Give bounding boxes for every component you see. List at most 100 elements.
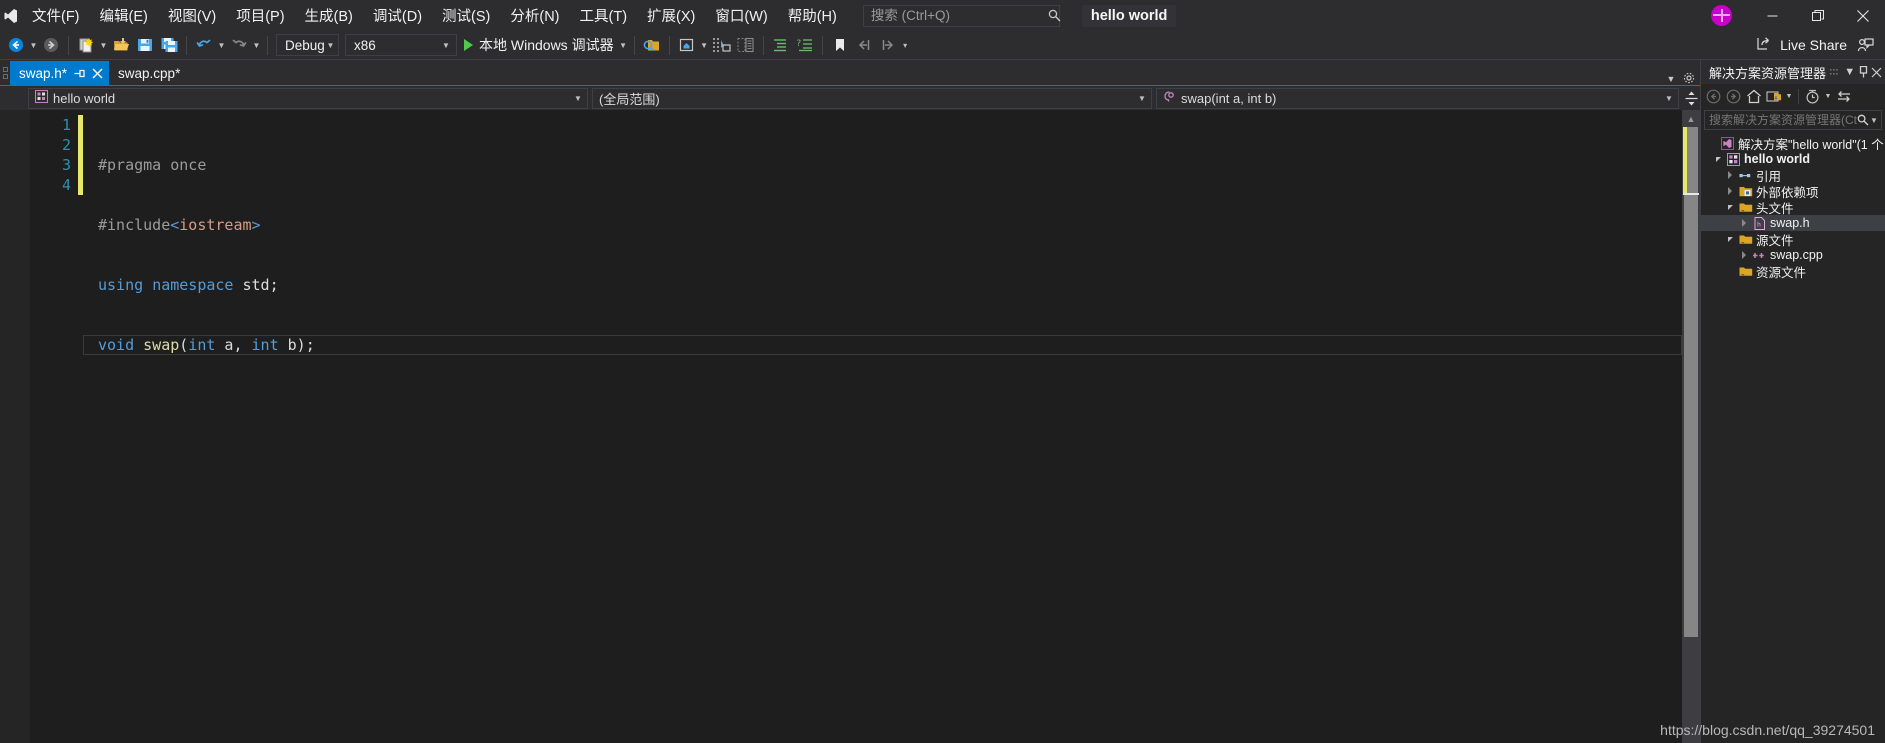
editor-vertical-scrollbar[interactable]: ▲ [1682,110,1700,743]
user-avatar-icon[interactable] [1711,5,1732,26]
navigate-forward-icon[interactable] [39,33,63,57]
navbar-project-combo[interactable]: hello world ▼ [28,87,588,109]
home-icon[interactable] [675,33,699,57]
redo-dropdown[interactable]: ▼ [251,41,262,50]
redo-icon[interactable] [227,33,251,57]
pending-changes-icon[interactable] [1803,86,1822,106]
open-file-icon[interactable] [109,33,133,57]
menu-extensions[interactable]: 扩展(X) [637,0,705,31]
maximize-button[interactable] [1795,0,1840,31]
forward-icon[interactable] [1724,86,1743,106]
navbar-member-combo[interactable]: swap(int a, int b) ▼ [1156,87,1679,109]
tree-expander[interactable] [1723,204,1737,210]
live-share-button[interactable]: Live Share [1751,33,1853,57]
scrollbar-track[interactable] [1682,127,1700,743]
navigate-back-dropdown[interactable]: ▼ [28,41,39,50]
scrollbar-thumb[interactable] [1684,127,1698,637]
search-input[interactable] [870,8,1048,23]
close-tab-icon[interactable] [92,68,103,79]
find-in-files-icon[interactable] [640,33,664,57]
tree-item-source-files[interactable]: 源文件 [1701,231,1885,248]
window-menu-icon[interactable]: ▼ [1844,66,1855,78]
navigate-back-icon[interactable] [4,33,28,57]
code-line-1[interactable]: #pragma once [98,155,1682,175]
solution-configuration-combo[interactable]: Debug ▼ [276,34,339,56]
next-bookmark-icon[interactable] [876,33,900,57]
chevron-down-icon[interactable]: ▼ [1869,116,1879,125]
split-editor-icon[interactable] [1683,91,1700,106]
comment-icon[interactable]: ? [793,33,817,57]
tree-expander[interactable] [1737,219,1751,227]
tree-expander[interactable] [1723,187,1737,195]
tab-list-icon[interactable]: ▼ [1664,74,1678,84]
new-project-icon[interactable] [74,33,98,57]
code-editor[interactable]: 1 2 3 4 #pragma once #include<iostream> … [0,110,1700,743]
menu-debug[interactable]: 调试(D) [363,0,432,31]
sync-with-active-document-icon[interactable] [1834,86,1853,106]
tree-item-project[interactable]: hello world [1701,151,1885,167]
code-text[interactable]: #pragma once #include<iostream> using na… [83,110,1682,743]
bookmark-icon[interactable] [828,33,852,57]
undo-dropdown[interactable]: ▼ [216,41,227,50]
menu-view[interactable]: 视图(V) [158,0,226,31]
solution-platform-combo[interactable]: x86 ▼ [345,34,457,56]
menu-window[interactable]: 窗口(W) [705,0,777,31]
send-feedback-icon[interactable] [1853,33,1877,57]
undo-icon[interactable] [192,33,216,57]
pin-icon[interactable] [74,68,85,79]
previous-bookmark-icon[interactable] [852,33,876,57]
tab-options-icon[interactable] [1682,72,1696,86]
start-debugging-button[interactable]: 本地 Windows 调试器 [460,33,618,57]
breakpoint-gutter[interactable] [0,110,30,743]
tree-item-header-files[interactable]: 头文件 [1701,199,1885,216]
tree-item-solution[interactable]: 解决方案"hello world"(1 个 [1701,135,1885,152]
menu-file[interactable]: 文件(F) [22,0,90,31]
menu-analyze[interactable]: 分析(N) [500,0,569,31]
menu-test[interactable]: 测试(S) [432,0,500,31]
save-icon[interactable] [133,33,157,57]
pending-changes-dropdown[interactable]: ▼ [1823,86,1833,106]
tree-expander[interactable] [1711,156,1725,162]
indent-icon[interactable] [769,33,793,57]
tree-expander[interactable] [1737,251,1751,259]
solution-search-input[interactable] [1709,113,1857,127]
scroll-up-icon[interactable]: ▲ [1687,110,1696,127]
step-into-icon[interactable] [710,33,734,57]
navbar-scope-combo[interactable]: (全局范围) ▼ [592,87,1152,109]
tree-expander[interactable] [1723,171,1737,179]
home-icon[interactable] [1744,86,1763,106]
show-all-files-icon[interactable] [1764,86,1783,106]
toolbar-overflow-icon[interactable]: ▾ [900,41,911,50]
close-button[interactable] [1840,0,1885,31]
show-all-files-dropdown[interactable]: ▼ [1784,86,1794,106]
pin-window-icon[interactable] [1857,66,1868,78]
start-debugging-dropdown[interactable]: ▼ [618,41,629,50]
quick-launch-search[interactable] [862,4,1061,27]
solution-tree[interactable]: 解决方案"hello world"(1 个 hello world 引用 外部依… [1701,133,1885,743]
tab-swap-h[interactable]: swap.h* [10,61,110,86]
toolbar-separator-4 [633,35,635,55]
menu-edit[interactable]: 编辑(E) [90,0,158,31]
back-icon[interactable] [1704,86,1723,106]
solution-explorer-search[interactable]: ▼ [1704,110,1882,130]
chevron-down-icon: ▼ [442,40,450,50]
close-window-icon[interactable] [1871,67,1882,78]
toolbar-separator-5 [668,35,670,55]
menu-tools[interactable]: 工具(T) [570,0,638,31]
code-line-4[interactable]: void swap(int a, int b); [83,335,1682,355]
tree-item-resource-files[interactable]: 资源文件 [1701,263,1885,280]
code-line-2[interactable]: #include<iostream> [98,215,1682,235]
compare-icon[interactable] [734,33,758,57]
new-project-dropdown[interactable]: ▼ [98,41,109,50]
tab-swap-cpp[interactable]: swap.cpp* [109,61,186,86]
save-all-icon[interactable] [157,33,181,57]
tree-expander[interactable] [1723,236,1737,242]
code-line-3[interactable]: using namespace std; [98,275,1682,295]
menu-project[interactable]: 项目(P) [226,0,294,31]
minimize-button[interactable] [1750,0,1795,31]
menu-help[interactable]: 帮助(H) [778,0,847,31]
change-marker [1683,127,1687,195]
code-surface[interactable]: 1 2 3 4 #pragma once #include<iostream> … [30,110,1700,743]
menu-build[interactable]: 生成(B) [295,0,363,31]
home-dropdown[interactable]: ▼ [699,41,710,50]
